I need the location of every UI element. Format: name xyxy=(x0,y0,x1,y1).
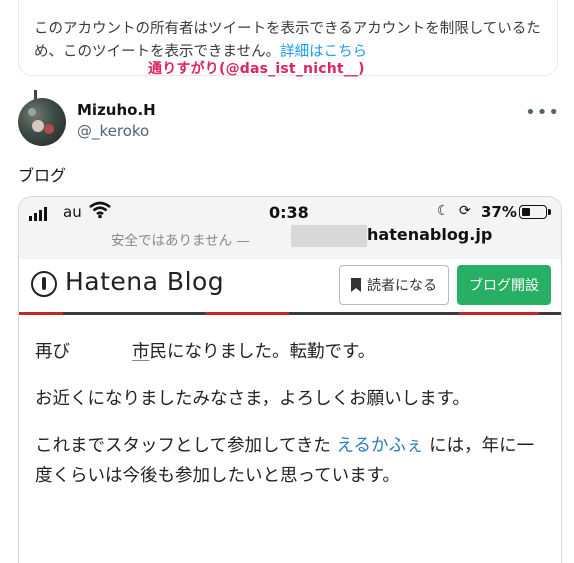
display-name[interactable]: Mizuho.H xyxy=(77,101,156,119)
p1-rest: 民になりました。転勤です。 xyxy=(149,342,376,362)
header-accent-mid xyxy=(205,312,289,315)
user-handle[interactable]: @_keroko xyxy=(77,122,149,140)
blog-header: Hatena Blog 読者になる ブログ開設 xyxy=(19,259,561,315)
p3-start: これまでスタッフとして参加してきた xyxy=(35,436,331,456)
signal-icon xyxy=(29,207,47,221)
paragraph-3: これまでスタッフとして参加してきた えるかふぇ には，年に一度くらいは今後も参加… xyxy=(35,431,545,491)
paragraph-1: 再び 市民になりました。転勤です。 xyxy=(35,337,545,367)
carrier-label: au xyxy=(63,203,82,221)
header-accent-right xyxy=(459,312,539,315)
attribution-caption: 通りすがり(@das_ist_nicht__) xyxy=(148,61,365,77)
blog-article: 再び 市民になりました。転勤です。 お近くになりましたみなさま，よろしくお願いしま… xyxy=(35,337,545,508)
paragraph-2: お近くになりましたみなさま，よろしくお願いします。 xyxy=(35,389,470,409)
moon-icon: ☾ xyxy=(437,203,450,219)
phone-status-bar: au 0:38 ☾ ⟳ 37% 安全ではありません — hatenablog.j… xyxy=(19,197,561,259)
url-domain[interactable]: hatenablog.jp xyxy=(367,225,492,244)
tweet-image[interactable]: au 0:38 ☾ ⟳ 37% 安全ではありません — hatenablog.j… xyxy=(18,196,562,563)
subscribe-button[interactable]: 読者になる xyxy=(339,265,449,305)
subscribe-label: 読者になる xyxy=(367,278,437,294)
wifi-icon xyxy=(89,201,111,223)
battery-icon xyxy=(519,205,551,219)
redacted-subdomain xyxy=(291,225,367,247)
elcafe-link[interactable]: えるかふぇ xyxy=(337,436,424,456)
p1-city-char: 市 xyxy=(132,342,150,362)
header-accent-left xyxy=(19,312,63,315)
rotation-lock-icon: ⟳ xyxy=(459,203,471,219)
hatena-pen-icon xyxy=(31,271,57,297)
p1-start: 再び xyxy=(35,342,70,362)
battery-percent: 37% xyxy=(481,203,517,221)
more-horizontal-icon[interactable]: ••• xyxy=(525,102,560,123)
tweet-text: ブログ xyxy=(18,166,67,185)
avatar[interactable] xyxy=(18,98,66,146)
clock: 0:38 xyxy=(269,203,309,222)
insecure-label: 安全ではありません — xyxy=(111,233,250,249)
bookmark-icon xyxy=(351,278,361,292)
hatena-blog-logo[interactable]: Hatena Blog xyxy=(65,267,224,296)
open-blog-button[interactable]: ブログ開設 xyxy=(457,265,551,305)
